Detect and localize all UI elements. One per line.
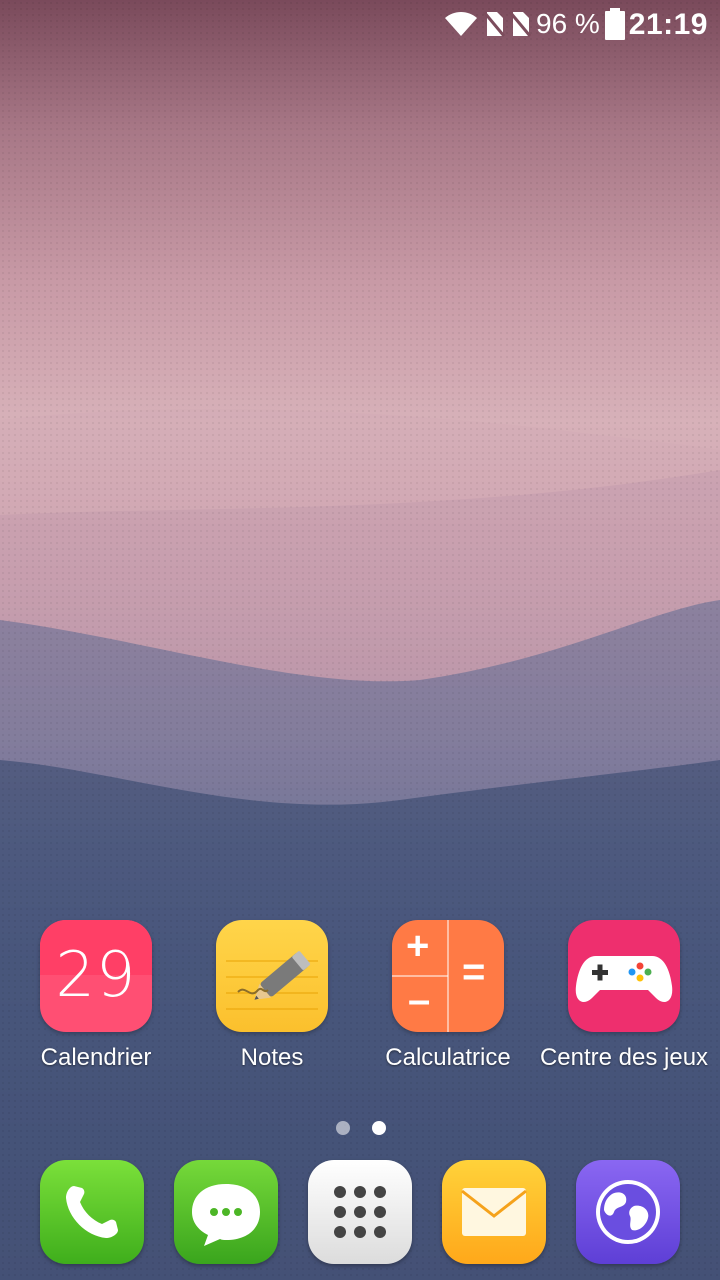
no-sim-icon [508,10,532,43]
app-notes[interactable]: Notes [182,920,362,1072]
page-dot-1[interactable] [336,1121,350,1135]
battery-icon [604,8,626,45]
calendar-day: 29 [55,938,137,1011]
notes-icon [216,920,328,1032]
calendar-icon: 29 [40,920,152,1032]
app-drawer-icon [334,1186,386,1238]
page-dot-2[interactable] [372,1121,387,1135]
mail-icon [461,1188,527,1236]
dock-messages[interactable] [174,1160,278,1264]
battery-percentage: 96 % [536,8,600,39]
clock: 21:19 [628,8,708,41]
app-centre-des-jeux[interactable]: Centre des jeux [534,920,714,1072]
app-label: Centre des jeux [539,1044,709,1071]
dock-mail[interactable] [442,1160,546,1264]
dock-browser[interactable] [576,1160,680,1264]
wallpaper [0,0,720,1280]
wifi-icon [444,10,478,43]
app-label: Calendrier [40,1044,152,1071]
app-label: Notes [240,1044,304,1071]
app-calendrier[interactable]: 29 Calendrier [6,920,186,1072]
gamepad-icon [568,920,680,1032]
dock-app-drawer[interactable] [308,1160,412,1264]
dock-phone[interactable] [40,1160,144,1264]
app-label: Calculatrice [385,1044,511,1071]
browser-globe-icon [596,1180,660,1244]
phone-icon [66,1186,118,1238]
page-indicator [336,1121,404,1140]
no-sim-icon [482,10,506,43]
status-bar: 96 % 21:19 [0,0,720,50]
app-calculatrice[interactable]: + – = Calculatrice [358,920,538,1072]
messages-icon [192,1184,260,1246]
calculator-icon: + – = [392,920,504,1032]
